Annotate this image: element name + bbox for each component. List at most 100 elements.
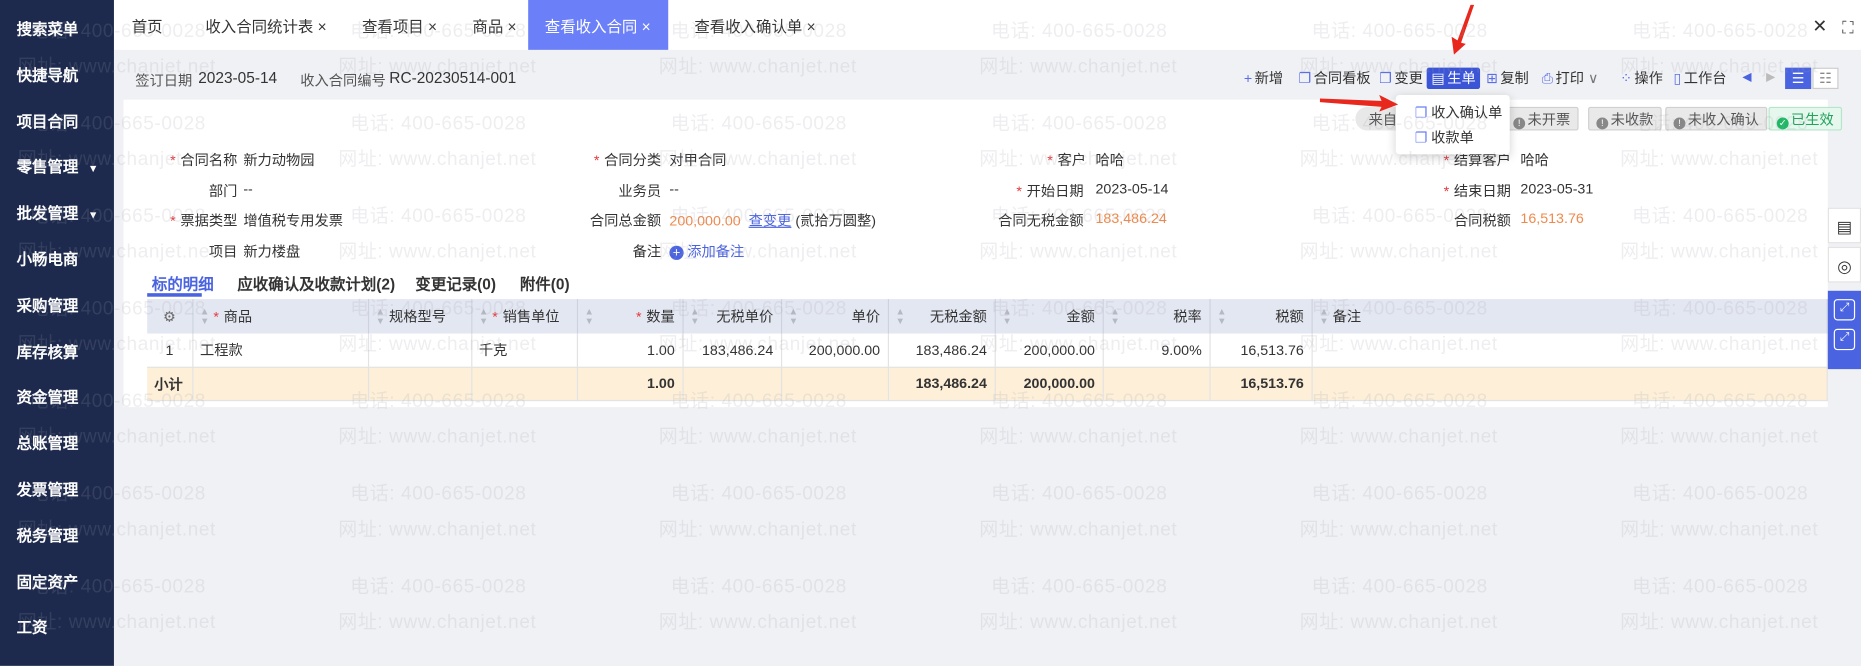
table-cell: 183,486.24	[887, 333, 996, 368]
tab-home[interactable]: 首页	[132, 0, 163, 50]
tab-view-income-contract[interactable]: 查看收入合同 ×	[528, 0, 669, 50]
contract-type-value: 对甲合同	[669, 151, 727, 169]
sidebar-item[interactable]: 税务管理	[17, 523, 79, 546]
invoice-type-value: 增值税专用发票	[243, 212, 344, 230]
table-cell	[1311, 366, 1828, 401]
view-changes-link[interactable]: 查变更	[749, 212, 792, 229]
sign-date: 2023-05-14	[198, 68, 278, 87]
watermark-text: 电话: 400-665-0028	[1311, 576, 1488, 598]
new-button[interactable]: + 新增	[1244, 68, 1283, 89]
dept-label: 部门	[208, 182, 238, 200]
column-settings-icon[interactable]: ⚙	[147, 299, 193, 334]
chevron-down-icon: ▼	[87, 209, 99, 221]
sidebar-item[interactable]: 发票管理	[17, 477, 79, 500]
generate-button[interactable]: ▤ 生单	[1426, 67, 1481, 90]
subtotal-row[interactable]: 小计 1.00 183,486.24 200,000.00 16,513.76	[147, 366, 1828, 401]
expand-icon[interactable]: ⤢	[1833, 299, 1856, 321]
tab-view-project[interactable]: 查看项目 ×	[362, 0, 437, 50]
info-icon: !	[1513, 117, 1526, 130]
status-label: 未收入确认	[1687, 111, 1760, 129]
sidebar-item[interactable]: 批发管理 ▼	[17, 201, 99, 224]
tab-bar: 首页 收入合同统计表 × 查看项目 × 商品 × 查看收入合同 × 查看收入确认…	[113, 0, 1861, 50]
sort-icon: ▲ ▼	[788, 306, 799, 327]
col-spec[interactable]: ▲ ▼ 规格型号	[367, 299, 472, 334]
tab-receivable-plan[interactable]: 应收确认及收款计划(2)	[237, 272, 395, 295]
customer-value: 哈哈	[1095, 151, 1125, 169]
prev-icon[interactable]: ◀	[1742, 68, 1751, 89]
detail-view-icon[interactable]: ☷	[1812, 67, 1839, 90]
tab-change-log[interactable]: 变更记录(0)	[415, 272, 496, 295]
close-icon[interactable]: ✕	[1812, 0, 1827, 50]
list-view-icon[interactable]: ☰	[1785, 67, 1812, 90]
status-label: 已生效	[1791, 111, 1834, 129]
sidebar-item[interactable]: 采购管理	[17, 293, 79, 316]
table-cell	[1311, 333, 1828, 368]
dropdown-item-income-confirm[interactable]: ❐ 收入确认单	[1415, 102, 1503, 122]
tab-goods[interactable]: 商品 ×	[472, 0, 516, 50]
col-amount[interactable]: ▲ ▼ 金额	[994, 299, 1104, 334]
tab-item-details[interactable]: 标的明细	[152, 272, 214, 295]
workbench-button[interactable]: ▯ 工作台	[1674, 68, 1727, 89]
table-row[interactable]: 1 工程款 千克 1.00 183,486.24 200,000.00 183,486.24…	[147, 333, 1828, 368]
print-label: 打印	[1555, 70, 1585, 87]
table-cell: 小计	[147, 366, 193, 401]
col-unit[interactable]: ▲ ▼ * 销售单位	[471, 299, 578, 334]
change-button[interactable]: ❐ 变更	[1379, 68, 1423, 89]
status-not-confirmed: ! 未收入确认	[1665, 106, 1768, 131]
help-icon[interactable]: ◎	[1827, 246, 1861, 283]
sidebar-item[interactable]: 零售管理 ▼	[17, 155, 99, 178]
sidebar-item[interactable]: 资金管理	[17, 385, 79, 408]
sort-icon: ▲ ▼	[1217, 306, 1227, 327]
contract-board-button[interactable]: ❐ 合同看板	[1298, 68, 1370, 89]
sidebar-item[interactable]: 工资	[17, 615, 48, 638]
sidebar-item[interactable]: 库存核算	[17, 339, 79, 362]
tab-view-income-confirm[interactable]: 查看收入确认单 ×	[694, 0, 815, 50]
operations-button[interactable]: ⁘ 操作	[1620, 68, 1663, 89]
board-label: 合同看板	[1313, 70, 1371, 87]
table-cell	[471, 366, 578, 401]
watermark-text: 电话: 400-665-0028	[991, 576, 1168, 598]
end-date-value: 2023-05-31	[1520, 180, 1594, 198]
col-tax-rate[interactable]: ▲ ▼ 税率	[1102, 299, 1211, 334]
project-value: 新力楼盘	[243, 243, 301, 260]
start-date-value: 2023-05-14	[1095, 180, 1169, 198]
document-clock-icon[interactable]: ▤	[1827, 207, 1861, 244]
chevron-down-icon[interactable]: ∨	[1588, 70, 1598, 87]
col-qty[interactable]: ▲ ▼ * 数量	[576, 299, 684, 334]
net-amount-label: 合同无税金额	[998, 212, 1084, 230]
tab-contract-stats[interactable]: 收入合同统计表 ×	[205, 0, 326, 50]
fullscreen-icon[interactable]: ⛶	[1842, 0, 1854, 50]
col-remark[interactable]: ▲ ▼ 备注	[1311, 299, 1828, 334]
sidebar-item[interactable]: 搜索菜单	[17, 17, 79, 40]
sidebar-item-label: 搜索菜单	[16, 20, 79, 38]
watermark-text: 网址: www.chanjet.net	[658, 427, 857, 448]
sidebar-item[interactable]: 总账管理	[17, 431, 79, 454]
expand-icon[interactable]: ⤢	[1833, 328, 1856, 351]
add-remark-button[interactable]: + 添加备注	[669, 241, 744, 261]
table-header-row: ⚙ ▲ ▼ * 商品 ▲ ▼ 规格型号 ▲ ▼ * 销售单位 ▲ ▼ * 数量 ▲ ▼ 无税单价 ▲…	[147, 299, 1828, 334]
sidebar-item[interactable]: 小畅电商	[17, 247, 79, 270]
sidebar-item[interactable]: 快捷导航	[17, 63, 79, 86]
salesman-value: --	[669, 180, 679, 198]
table-cell: 1.00	[576, 366, 684, 401]
col-goods[interactable]: ▲ ▼ * 商品	[192, 299, 369, 334]
col-price[interactable]: ▲ ▼ 单价	[780, 299, 889, 334]
tab-attachments[interactable]: 附件(0)	[520, 272, 570, 295]
dropdown-item-receipt[interactable]: ❐ 收款单	[1415, 127, 1474, 147]
active-tab-underline	[147, 293, 202, 297]
watermark-text: 网址: www.chanjet.net	[338, 612, 537, 633]
col-tax[interactable]: ▲ ▼ 税额	[1209, 299, 1313, 334]
table-cell: 200,000.00	[780, 333, 889, 368]
next-icon[interactable]: ▶	[1766, 68, 1775, 89]
print-button[interactable]: ⎙ 打印 ∨	[1542, 68, 1599, 89]
sidebar-item[interactable]: 项目合同	[17, 109, 79, 132]
watermark-text: 网址: www.chanjet.net	[979, 519, 1178, 541]
copy-button[interactable]: ⊞ 复制	[1486, 68, 1529, 89]
col-net-price[interactable]: ▲ ▼ 无税单价	[682, 299, 782, 334]
contract-no-label: 收入合同编号	[300, 72, 386, 90]
sidebar-item-label: 零售管理	[16, 158, 79, 177]
sidebar-item[interactable]: 固定资产	[17, 569, 79, 592]
col-net-amount[interactable]: ▲ ▼ 无税金额	[887, 299, 996, 334]
table-cell	[1102, 366, 1211, 401]
watermark-text: 网址: www.chanjet.net	[979, 56, 1178, 78]
